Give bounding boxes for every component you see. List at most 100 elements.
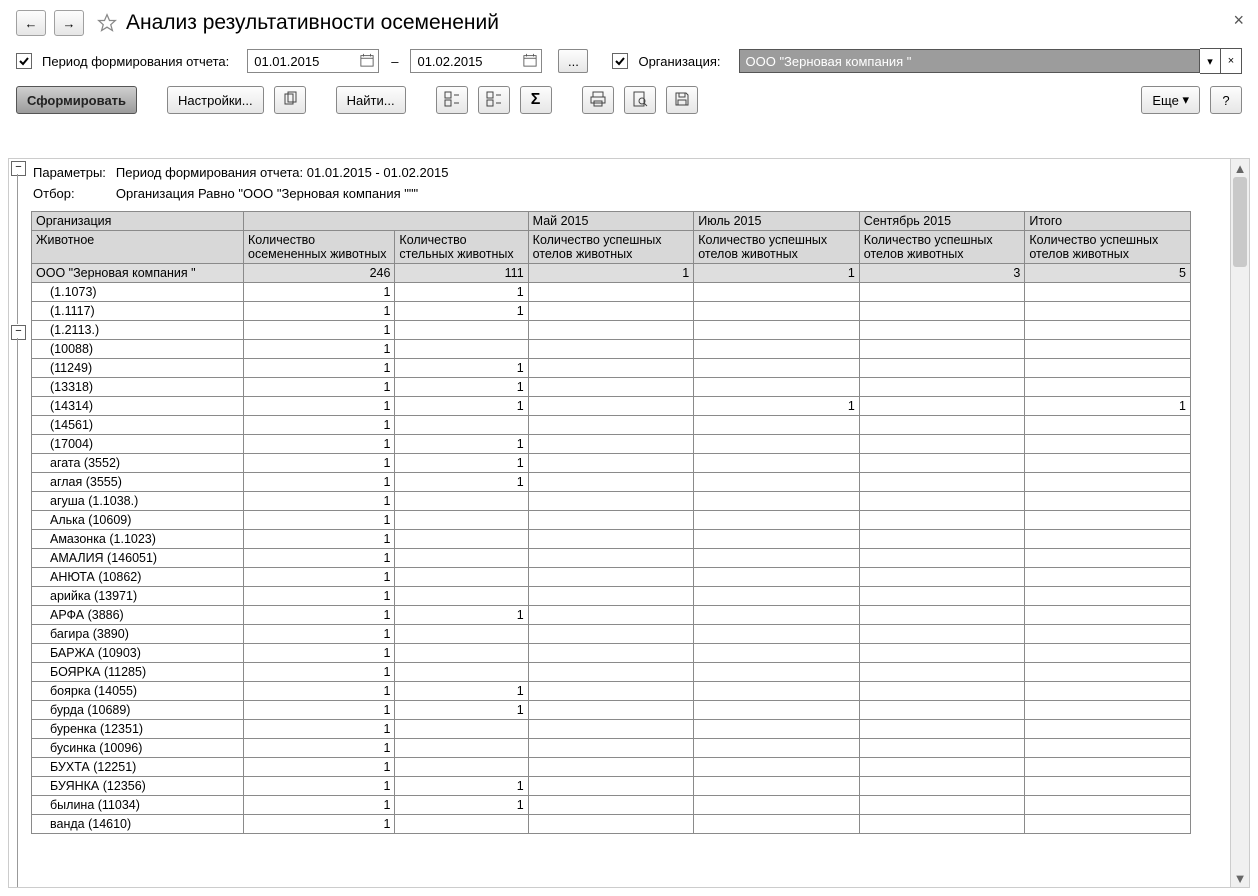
cell-value [395,739,528,758]
col-header[interactable]: Количество стельных животных [395,231,528,264]
col-header[interactable]: Количество успешных отелов животных [528,231,694,264]
cell-value [694,587,860,606]
report-grid: Организация Май 2015 Июль 2015 Сентябрь … [31,211,1191,834]
col-header[interactable]: Количество успешных отелов животных [694,231,860,264]
save-button[interactable] [666,86,698,114]
tree-toggle-group[interactable]: − [11,325,26,340]
table-row[interactable]: (1.1117)11 [32,302,1191,321]
tree-toggle-params[interactable]: − [11,161,26,176]
nav-back-button[interactable]: ← [16,10,46,36]
organization-checkbox[interactable] [612,53,628,69]
table-row[interactable]: (11249)11 [32,359,1191,378]
cell-value [859,663,1025,682]
table-row[interactable]: буренка (12351)1 [32,720,1191,739]
col-header[interactable]: Итого [1025,212,1191,231]
table-row[interactable]: агата (3552)11 [32,454,1191,473]
table-row[interactable]: (10088)1 [32,340,1191,359]
cell-value [1025,530,1191,549]
form-report-button[interactable]: Сформировать [16,86,137,114]
organization-clear-button[interactable]: × [1221,48,1242,74]
print-button[interactable] [582,86,614,114]
col-header[interactable]: Организация [32,212,244,231]
col-header[interactable]: Июль 2015 [694,212,860,231]
col-header[interactable]: Сентябрь 2015 [859,212,1025,231]
col-header[interactable]: Количество успешных отелов животных [859,231,1025,264]
cell-name: буренка (12351) [32,720,244,739]
table-row[interactable]: арийка (13971)1 [32,587,1191,606]
organization-input[interactable]: ООО "Зерновая компания " [739,49,1201,73]
more-button[interactable]: Еще ▾ [1141,86,1200,114]
find-button[interactable]: Найти... [336,86,406,114]
col-header[interactable]: Количество осемененных животных [244,231,395,264]
table-row[interactable]: багира (3890)1 [32,625,1191,644]
settings-button[interactable]: Настройки... [167,86,264,114]
cell-value [694,549,860,568]
period-from-input[interactable]: 01.01.2015 [247,49,379,73]
table-row[interactable]: (1.2113.)1 [32,321,1191,340]
table-row[interactable]: БАРЖА (10903)1 [32,644,1191,663]
preview-button[interactable] [624,86,656,114]
table-row[interactable]: БОЯРКА (11285)1 [32,663,1191,682]
cell-value: 1 [395,473,528,492]
cell-value [859,606,1025,625]
sigma-icon: Σ [531,91,541,109]
table-row[interactable]: ООО "Зерновая компания "2461111135 [32,264,1191,283]
cell-value: 1 [395,701,528,720]
params-value: Период формирования отчета: 01.01.2015 -… [116,163,457,182]
scroll-thumb[interactable] [1233,177,1247,267]
cell-value [859,758,1025,777]
table-row[interactable]: (1.1073)11 [32,283,1191,302]
table-row[interactable]: бусинка (10096)1 [32,739,1191,758]
cell-value [694,625,860,644]
table-row[interactable]: БУЯНКА (12356)11 [32,777,1191,796]
col-header[interactable]: Животное [32,231,244,264]
table-row[interactable]: былина (11034)11 [32,796,1191,815]
table-row[interactable]: (14561)1 [32,416,1191,435]
col-header[interactable]: Количество успешных отелов животных [1025,231,1191,264]
table-row[interactable]: боярка (14055)11 [32,682,1191,701]
table-row[interactable]: агуша (1.1038.)1 [32,492,1191,511]
copy-button[interactable] [274,86,306,114]
cell-name: (1.1073) [32,283,244,302]
cell-value [694,321,860,340]
help-button[interactable]: ? [1210,86,1242,114]
table-row[interactable]: АРФА (3886)11 [32,606,1191,625]
table-row[interactable]: ванда (14610)1 [32,815,1191,834]
cell-value [528,625,694,644]
expand-groups-button[interactable] [436,86,468,114]
cell-value: 1 [694,264,860,283]
calendar-icon[interactable] [354,53,374,70]
table-row[interactable]: бурда (10689)11 [32,701,1191,720]
table-row[interactable]: (13318)11 [32,378,1191,397]
cell-name: Амазонка (1.1023) [32,530,244,549]
table-row[interactable]: (17004)11 [32,435,1191,454]
table-row[interactable]: аглая (3555)11 [32,473,1191,492]
period-to-input[interactable]: 01.02.2015 [410,49,542,73]
period-checkbox[interactable] [16,53,32,69]
favorite-star-icon[interactable] [96,12,118,34]
table-row[interactable]: (14314)1111 [32,397,1191,416]
cell-value [528,283,694,302]
scroll-up-icon[interactable]: ▲ [1231,159,1249,177]
table-row[interactable]: Алька (10609)1 [32,511,1191,530]
col-header[interactable]: Май 2015 [528,212,694,231]
scroll-down-icon[interactable]: ▼ [1231,869,1249,887]
cell-value [694,435,860,454]
table-row[interactable]: Амазонка (1.1023)1 [32,530,1191,549]
vertical-scrollbar[interactable]: ▲ ▼ [1230,159,1249,887]
sum-button[interactable]: Σ [520,86,552,114]
table-row[interactable]: АМАЛИЯ (146051)1 [32,549,1191,568]
cell-value [694,340,860,359]
col-header[interactable] [244,212,529,231]
table-row[interactable]: АНЮТА (10862)1 [32,568,1191,587]
calendar-icon[interactable] [517,53,537,70]
collapse-groups-button[interactable] [478,86,510,114]
cell-value: 1 [244,815,395,834]
table-row[interactable]: БУХТА (12251)1 [32,758,1191,777]
organization-dropdown-button[interactable]: ▾ [1200,48,1221,74]
nav-forward-button[interactable]: → [54,10,84,36]
close-button[interactable]: × [1233,10,1244,31]
report-area[interactable]: − − Параметры:Период формирования отчета… [9,159,1231,887]
cell-value [859,701,1025,720]
period-choose-button[interactable]: ... [558,49,588,73]
